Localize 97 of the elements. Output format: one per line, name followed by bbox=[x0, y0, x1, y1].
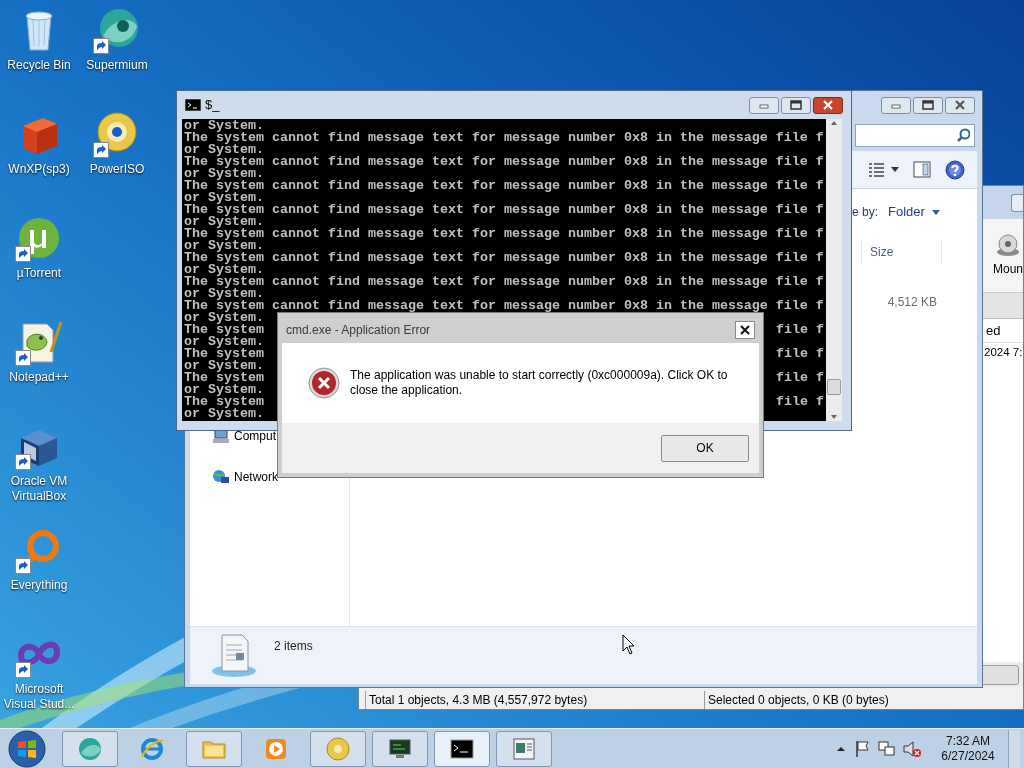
taskbar-button[interactable] bbox=[372, 730, 428, 767]
arrange-label: e by: bbox=[852, 204, 878, 221]
status-text: Selected 0 objects, 0 KB (0 bytes) bbox=[704, 691, 889, 709]
error-message: The application was unable to start correctly (0xc000009a). Click OK to close the application. bbox=[350, 368, 729, 398]
console-line: file f bbox=[776, 372, 824, 384]
console-line: The system cannot find message text for message number 0x8 in the message file f bbox=[184, 204, 824, 216]
desktop-icon-label[interactable]: µTorrent bbox=[0, 266, 78, 281]
maximize-icon bbox=[789, 99, 803, 111]
item-count: 2 items bbox=[274, 638, 313, 655]
taskbar-button[interactable] bbox=[434, 730, 490, 767]
console-line: The system bbox=[184, 348, 264, 360]
console-line: The system cannot find message text for message number 0x8 in the message file f bbox=[184, 228, 824, 240]
maximize-button[interactable] bbox=[781, 96, 811, 114]
clock-date[interactable]: 6/27/2024 bbox=[941, 748, 995, 764]
flag-icon[interactable] bbox=[854, 739, 870, 758]
disc-drive-icon bbox=[996, 233, 1020, 258]
document-icon bbox=[210, 631, 258, 679]
start-button[interactable] bbox=[8, 729, 46, 768]
network-icon[interactable] bbox=[878, 740, 895, 757]
console-line: The system cannot find message text for message number 0x8 in the message file f bbox=[184, 252, 824, 264]
details-view-icon bbox=[868, 161, 885, 178]
status-text: Total 1 objects, 4.3 MB (4,557,972 bytes) bbox=[365, 691, 704, 709]
caret-icon bbox=[931, 209, 940, 215]
console-line: or System. bbox=[184, 384, 264, 396]
console-line: or System. bbox=[184, 408, 264, 420]
help-icon[interactable] bbox=[945, 159, 965, 180]
console-line: or System. bbox=[184, 168, 264, 180]
console-line: or System. bbox=[184, 264, 264, 276]
media-player-icon bbox=[264, 736, 288, 761]
desktop-icon-label[interactable]: Notepad++ bbox=[0, 370, 78, 385]
window-icon bbox=[512, 736, 536, 761]
console-line: or System. bbox=[184, 288, 264, 300]
mouse-pointer-icon bbox=[622, 634, 635, 655]
console-line: The system cannot find message text for message number 0x8 in the message file f bbox=[184, 156, 824, 168]
sphere-icon bbox=[78, 736, 102, 761]
view-options-button[interactable] bbox=[868, 161, 899, 178]
desktop-icon-label[interactable]: Recycle Bin bbox=[0, 58, 78, 73]
dialog-title: cmd.exe - Application Error bbox=[286, 322, 431, 339]
clock-time[interactable]: 7:32 AM bbox=[946, 733, 990, 749]
show-hidden-icons-button[interactable] bbox=[836, 744, 846, 753]
console-line: The system cannot find message text for message number 0x8 in the message file f bbox=[184, 276, 824, 288]
console-line: or System. bbox=[184, 360, 264, 372]
console-icon bbox=[185, 99, 201, 111]
desktop-icon-label[interactable]: PowerISO bbox=[78, 162, 156, 177]
mount-button[interactable]: Moun bbox=[984, 233, 1023, 278]
preview-pane-icon[interactable] bbox=[913, 161, 931, 178]
console-line: The system cannot find message text for message number 0x8 in the message file f bbox=[184, 300, 824, 312]
ok-button[interactable]: OK bbox=[661, 434, 749, 462]
console-line: or System. bbox=[184, 144, 264, 156]
error-icon bbox=[308, 367, 340, 399]
close-icon bbox=[739, 324, 751, 336]
close-button[interactable] bbox=[945, 96, 975, 114]
monitor-icon bbox=[388, 736, 412, 761]
console-line: The system cannot find message text for message number 0x8 in the message file f bbox=[184, 132, 824, 144]
console-line: or System. bbox=[184, 312, 264, 324]
console-line: or System. bbox=[184, 216, 264, 228]
desktop-icon-label[interactable]: Supermium bbox=[78, 58, 156, 73]
column-header[interactable]: Size bbox=[861, 241, 942, 263]
nav-item[interactable]: Comput bbox=[234, 427, 277, 445]
close-icon bbox=[821, 99, 835, 111]
caret-icon bbox=[891, 167, 899, 172]
desktop-icon-label[interactable]: WnXP(sp3) bbox=[0, 162, 78, 177]
speaker-muted-icon[interactable] bbox=[903, 739, 922, 758]
console-line: or System. bbox=[184, 120, 264, 132]
nav-item[interactable]: Network bbox=[234, 468, 278, 486]
computer-icon[interactable] bbox=[212, 428, 230, 444]
scrollbar-thumb[interactable] bbox=[827, 379, 841, 395]
console-line: or System. bbox=[184, 336, 264, 348]
table-cell-text: 4,512 KB bbox=[886, 294, 937, 311]
title-bar-button[interactable] bbox=[1011, 193, 1023, 212]
search-field[interactable] bbox=[855, 123, 975, 147]
console-line: file f bbox=[776, 348, 824, 360]
scrollbar[interactable] bbox=[826, 119, 842, 421]
scroll-down-icon[interactable] bbox=[829, 413, 839, 421]
browser-icon bbox=[140, 736, 164, 761]
column-header[interactable]: ed bbox=[986, 320, 1001, 341]
console-line: file f bbox=[776, 324, 824, 336]
disc-icon bbox=[326, 736, 350, 761]
globe-icon[interactable] bbox=[212, 469, 230, 485]
console-line: The system bbox=[184, 372, 264, 384]
close-button[interactable] bbox=[735, 321, 755, 339]
console-line: The system bbox=[184, 396, 264, 408]
console-line: file f bbox=[776, 396, 824, 408]
arrange-dropdown[interactable]: Folder bbox=[888, 202, 940, 222]
maximize-icon bbox=[921, 99, 935, 111]
console-line: or System. bbox=[184, 192, 264, 204]
close-icon bbox=[953, 99, 967, 111]
search-icon bbox=[956, 128, 970, 142]
window-title: $_ bbox=[205, 96, 220, 115]
maximize-button[interactable] bbox=[913, 96, 943, 114]
console-line: The system cannot find message text for message number 0x8 in the message file f bbox=[184, 180, 824, 192]
table-cell-text: 2024 7: bbox=[984, 345, 1023, 361]
console-line: The system bbox=[184, 324, 264, 336]
console-line: or System. bbox=[184, 240, 264, 252]
console-icon bbox=[450, 736, 474, 761]
scroll-up-icon[interactable] bbox=[829, 119, 839, 127]
close-button[interactable] bbox=[813, 96, 843, 114]
